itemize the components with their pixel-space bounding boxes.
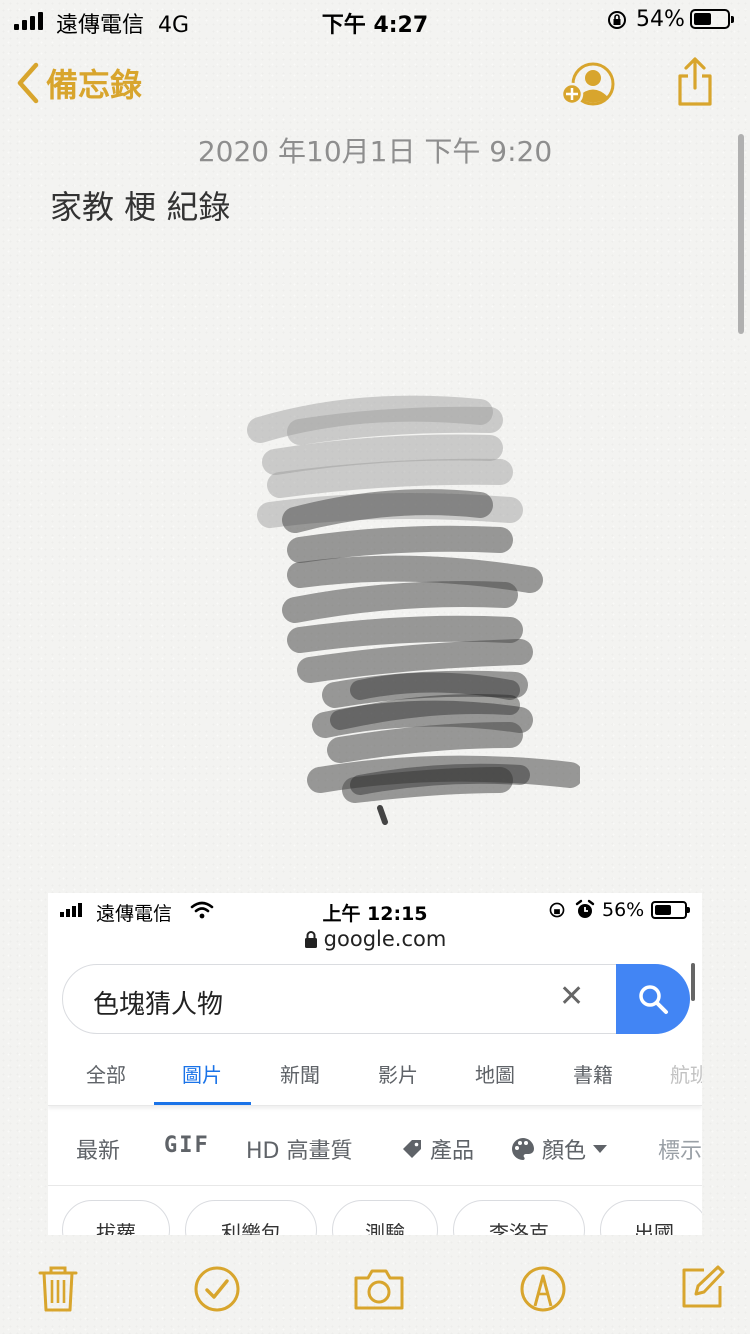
tag-icon [403, 1140, 421, 1158]
tab-flights[interactable]: 航班 [670, 1059, 702, 1088]
search-tabs: 全部 圖片 新聞 影片 地圖 書籍 航班 [48, 1047, 702, 1106]
search-input[interactable]: 色塊猜人物 [93, 984, 223, 1021]
chip-2[interactable]: 利樂包 [185, 1200, 317, 1235]
url-text: google.com [323, 927, 447, 951]
battery-icon [651, 901, 690, 919]
filter-hd-label: HD 高畫質 [246, 1139, 353, 1164]
tab-maps[interactable]: 地圖 [475, 1059, 515, 1088]
search-icon [639, 985, 668, 1014]
chip-5[interactable]: 出國 [600, 1200, 702, 1235]
battery-percent: 54% [636, 7, 685, 32]
camera-icon[interactable] [352, 1264, 406, 1318]
scrollbar[interactable] [691, 963, 695, 1001]
tab-images[interactable]: 圖片 [182, 1059, 222, 1088]
tab-all[interactable]: 全部 [86, 1059, 126, 1088]
filter-color-label: 顏色 [542, 1139, 587, 1164]
note-title[interactable]: 家教 梗 紀錄 [50, 182, 230, 228]
scrollbar[interactable] [738, 134, 744, 334]
tab-news[interactable]: 新聞 [280, 1059, 320, 1088]
status-bar: 遠傳電信 4G 下午 4:27 54% [0, 0, 750, 40]
filter-latest[interactable]: 最新 [76, 1133, 120, 1165]
chip-3[interactable]: 測驗 [332, 1200, 438, 1235]
filter-hd[interactable]: HD 高畫質 [246, 1133, 352, 1165]
embedded-screenshot: 遠傳電信 上午 12:15 56% google.com 色塊猜人物 ✕ 全部 … [48, 893, 702, 1235]
battery-icon [690, 9, 734, 29]
bottom-toolbar [0, 1240, 750, 1334]
embedded-status-bar: 遠傳電信 上午 12:15 56% [48, 893, 702, 929]
active-tab-indicator [154, 1102, 251, 1105]
rotation-lock-icon [548, 901, 566, 924]
alarm-icon [574, 899, 596, 926]
lock-icon [304, 931, 317, 948]
filter-products[interactable]: 產品 [400, 1133, 474, 1165]
filter-gif-label: GIF [164, 1133, 210, 1158]
tab-books[interactable]: 書籍 [573, 1059, 613, 1088]
palette-icon [512, 1138, 534, 1160]
chevron-left-icon [17, 62, 39, 104]
clear-icon[interactable]: ✕ [559, 979, 584, 1014]
share-icon[interactable] [674, 56, 716, 112]
checklist-icon[interactable] [192, 1264, 242, 1318]
compose-icon[interactable] [678, 1264, 726, 1316]
filter-products-label: 產品 [430, 1139, 475, 1164]
search-box[interactable]: 色塊猜人物 ✕ [62, 964, 690, 1034]
add-person-icon[interactable] [560, 62, 618, 112]
rotation-lock-icon [606, 9, 628, 37]
search-button[interactable] [616, 964, 690, 1034]
filter-labels-label: 標示 [658, 1139, 702, 1164]
filter-color[interactable]: 顏色 [510, 1133, 608, 1165]
dropdown-arrow-icon [593, 1145, 608, 1153]
filter-gif[interactable]: GIF [164, 1133, 210, 1158]
embedded-battery-percent: 56% [602, 899, 645, 921]
chip-1[interactable]: 拔蘿 [62, 1200, 170, 1235]
filter-labels[interactable]: 標示 [658, 1133, 702, 1165]
markup-icon[interactable] [518, 1264, 568, 1318]
note-date: 2020 年10月1日 下午 9:20 [197, 135, 553, 168]
url-bar[interactable]: google.com [48, 927, 702, 951]
filter-latest-label: 最新 [76, 1139, 121, 1164]
back-label: 備忘錄 [46, 66, 143, 104]
back-button[interactable]: 備忘錄 [14, 60, 142, 106]
scribble-drawing [247, 395, 580, 825]
filter-bar: 最新 GIF HD 高畫質 產品 顏色 標示 [48, 1115, 702, 1186]
chip-4[interactable]: 李洛克 [453, 1200, 585, 1235]
trash-icon[interactable] [36, 1264, 80, 1318]
tab-videos[interactable]: 影片 [378, 1059, 418, 1088]
